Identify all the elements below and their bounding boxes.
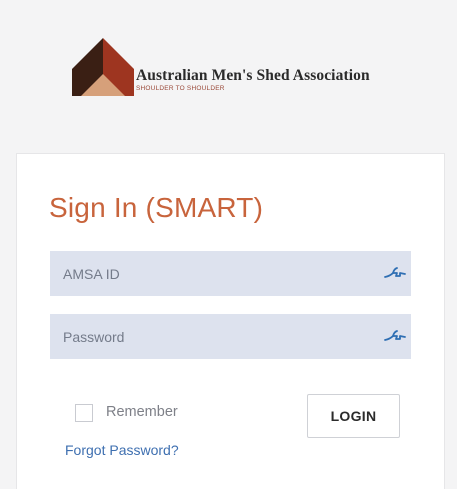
login-card: Sign In (SMART) Remember LOGIN Forgot Pa… [16, 153, 445, 489]
login-button[interactable]: LOGIN [307, 394, 400, 438]
organization-tagline: SHOULDER TO SHOULDER [136, 85, 225, 92]
key-icon [384, 330, 406, 341]
shed-roof-logo-icon [72, 38, 134, 96]
page-title: Sign In (SMART) [49, 192, 264, 223]
remember-label[interactable]: Remember [106, 404, 178, 420]
forgot-password-link[interactable]: Forgot Password? [65, 442, 179, 458]
organization-name: Australian Men's Shed Association [136, 67, 370, 84]
password-input[interactable] [50, 314, 411, 359]
association-logo: Australian Men's Shed Association SHOULD… [72, 37, 402, 99]
header: Australian Men's Shed Association SHOULD… [0, 0, 457, 150]
amsa-id-input[interactable] [50, 251, 411, 296]
key-icon [384, 267, 406, 278]
remember-checkbox[interactable] [75, 404, 93, 422]
